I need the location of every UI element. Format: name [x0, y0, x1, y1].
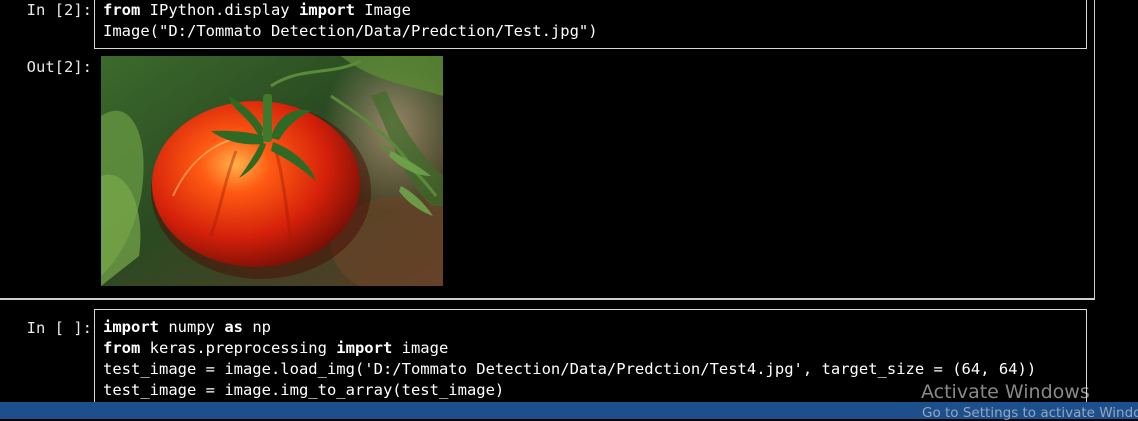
code-keyword: import	[103, 318, 159, 336]
code-keyword: import	[336, 339, 393, 357]
code-line: from IPython.display import Image	[103, 0, 598, 21]
code-keyword: from	[103, 1, 141, 19]
input-prompt-1: In [2]:	[26, 1, 92, 19]
code-keyword: as	[224, 318, 243, 336]
code-keyword: import	[298, 1, 355, 19]
output-prompt-2: Out[2]:	[26, 58, 92, 76]
code-text: test_image = image.img_to_array(test_ima…	[103, 381, 505, 399]
cell-right-edge	[1094, 0, 1095, 300]
code-keyword: from	[103, 339, 141, 357]
code-line: from keras.preprocessing import image	[103, 338, 1036, 359]
code-text: np	[243, 318, 271, 336]
cell-divider	[0, 298, 1095, 300]
code-text: Image("D:/Tommato Detection/Data/Predcti…	[103, 22, 598, 40]
code-text: image	[392, 339, 449, 357]
code-editor-1[interactable]: from IPython.display import Image Image("…	[103, 0, 598, 42]
code-text: Image	[354, 1, 411, 19]
code-line: test_image = image.load_img('D:/Tommato …	[103, 359, 1036, 380]
code-text: test_image = image.load_img('D:/Tommato …	[103, 360, 1037, 378]
code-text: keras.preprocessing	[140, 339, 337, 357]
input-prompt-3: In [ ]:	[26, 319, 92, 337]
code-line: import numpy as np	[103, 317, 1036, 338]
code-text: IPython.display	[140, 1, 299, 19]
code-editor-2[interactable]: import numpy as np from keras.preprocessi…	[103, 317, 1036, 401]
code-line: Image("D:/Tommato Detection/Data/Predcti…	[103, 21, 598, 42]
code-cell-1[interactable]: from IPython.display import Image Image("…	[94, 0, 1087, 49]
code-line: test_image = image.img_to_array(test_ima…	[103, 380, 1036, 401]
activate-windows-title: Activate Windows	[921, 381, 1090, 403]
code-text: numpy	[159, 318, 225, 336]
tomato-output-image	[101, 56, 443, 286]
